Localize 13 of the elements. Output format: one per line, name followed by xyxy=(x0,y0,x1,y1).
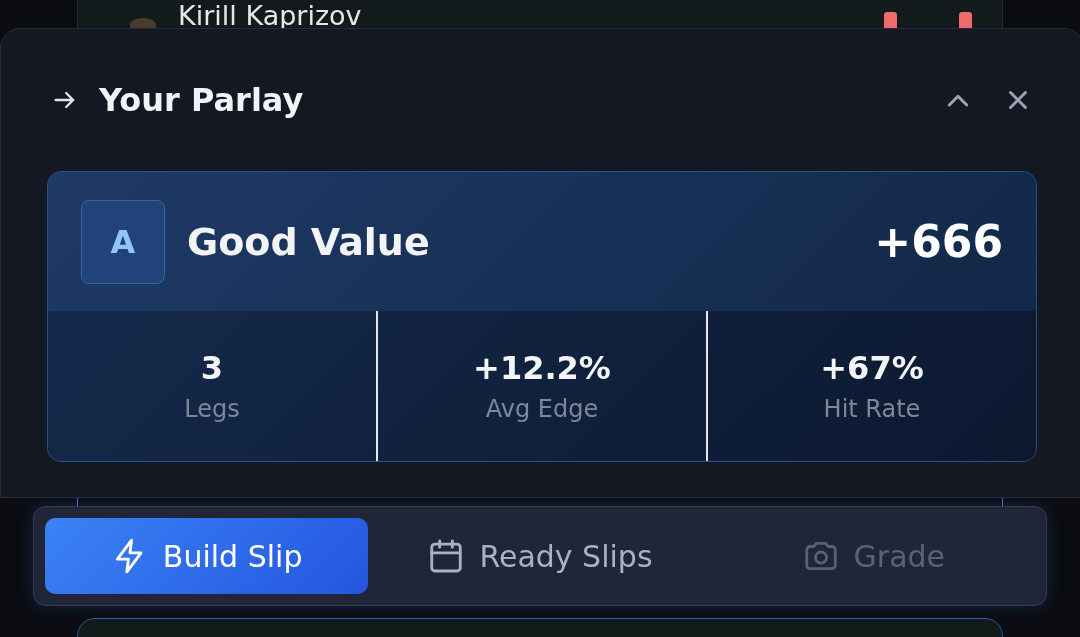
stat-label: Hit Rate xyxy=(823,395,921,423)
player-name: Kirill Kaprizov xyxy=(178,0,362,33)
grade-badge: A xyxy=(81,199,165,284)
stat-label: Legs xyxy=(184,395,240,423)
rating-label: Good Value xyxy=(187,219,430,264)
odds-value: +666 xyxy=(874,216,1003,267)
tab[interactable]: Ready Slips xyxy=(378,518,702,594)
stat-label: Avg Edge xyxy=(485,395,599,423)
stat-value: +67% xyxy=(820,349,924,387)
stat-value: 3 xyxy=(200,349,224,387)
panel-title: Your Parlay xyxy=(99,81,304,119)
tab[interactable]: Build Slip xyxy=(45,518,369,594)
stat-value: +12.2% xyxy=(473,349,611,387)
